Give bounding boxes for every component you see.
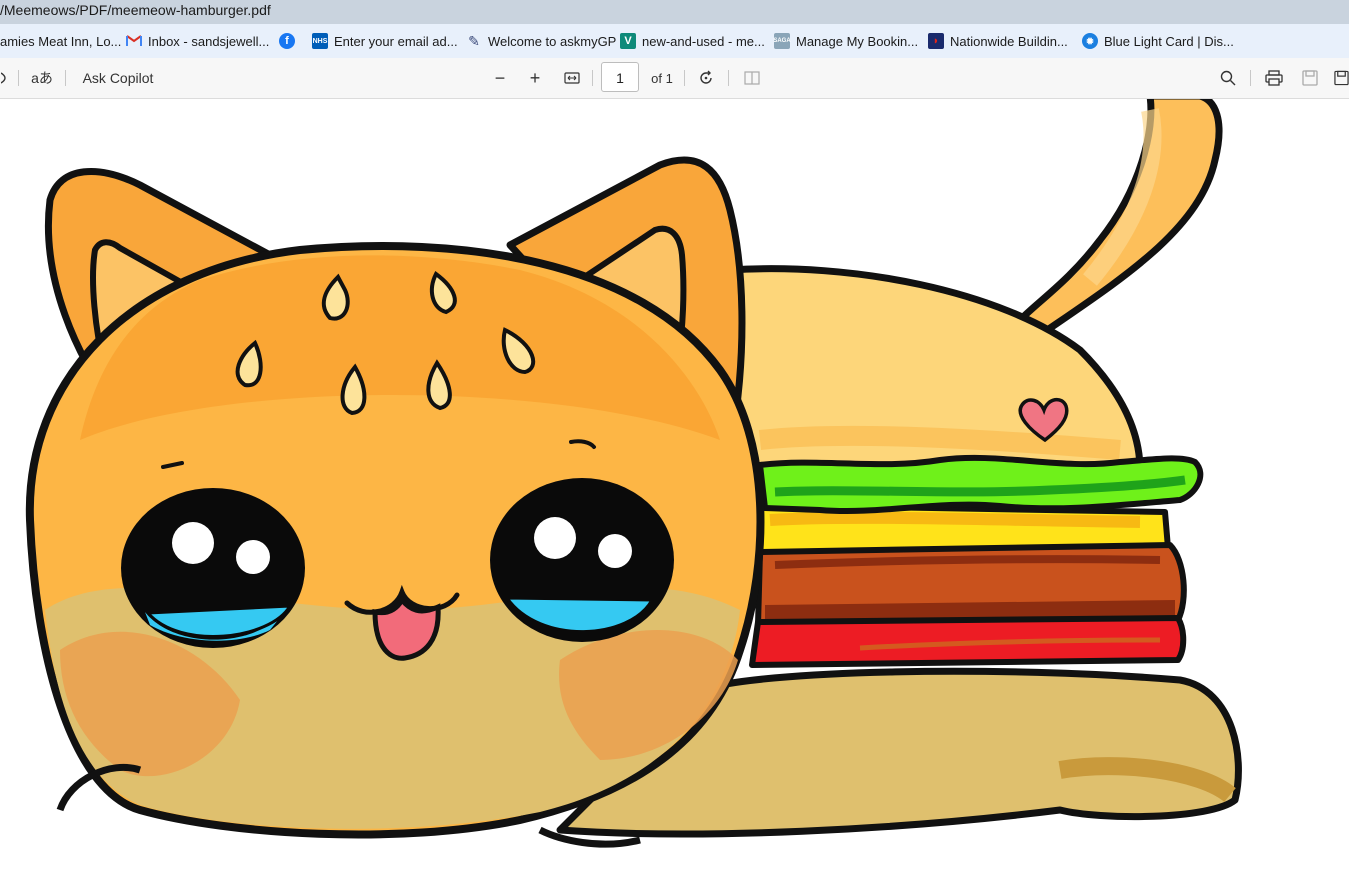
rotate-button[interactable]: [694, 58, 718, 98]
bookmarks-bar: amies Meat Inn, Lo... Inbox - sandsjewel…: [0, 24, 1349, 59]
plus-icon: +: [529, 67, 541, 88]
print-button[interactable]: [1262, 58, 1286, 98]
hamburger-cat-illustration: [25, 99, 1242, 848]
bookmark-label: Blue Light Card | Dis...: [1104, 33, 1234, 49]
toolbar-divider: [728, 70, 729, 86]
save-as-icon: [1334, 70, 1349, 86]
toolbar-divider: [592, 70, 593, 86]
bookmark-saga[interactable]: SAGA Manage My Bookin...: [773, 24, 919, 58]
toolbar-divider: [684, 70, 685, 86]
bookmark-label: new-and-used - me...: [642, 33, 765, 49]
minus-icon: −: [494, 67, 506, 88]
nhs-icon: NHS: [312, 33, 328, 49]
address-text[interactable]: /Meemeows/PDF/meemeow-hamburger.pdf: [0, 0, 271, 20]
save-icon: [1302, 70, 1318, 86]
bookmark-gmail[interactable]: Inbox - sandsjewell...: [126, 24, 269, 58]
gmail-icon: [126, 33, 142, 49]
copilot-label: Ask Copilot: [82, 70, 154, 86]
page-number-input[interactable]: 1: [601, 62, 639, 92]
bookmark-label: Manage My Bookin...: [796, 33, 919, 49]
bookmark-nhs[interactable]: NHS Enter your email ad...: [312, 24, 458, 58]
facebook-icon: f: [279, 33, 295, 49]
bookmark-label: Enter your email ad...: [334, 33, 458, 49]
toolbar-divider: [1250, 70, 1251, 86]
v-icon: V: [620, 33, 636, 49]
read-aloud-icon[interactable]: [0, 58, 12, 98]
page-view-icon: [744, 71, 760, 85]
pdf-toolbar: aあ Ask Copilot − + of 1: [0, 58, 1349, 99]
bluelight-icon: ✹: [1082, 33, 1098, 49]
zoom-in-button[interactable]: +: [523, 58, 547, 98]
save-as-button[interactable]: [1334, 58, 1349, 98]
search-button[interactable]: [1216, 58, 1240, 98]
ask-copilot-button[interactable]: Ask Copilot: [78, 58, 158, 98]
nationwide-icon: ◗: [928, 33, 944, 49]
saga-icon: SAGA: [773, 33, 791, 49]
translate-button[interactable]: aあ: [28, 58, 56, 98]
fit-width-button[interactable]: [560, 58, 584, 98]
page-view-button[interactable]: [740, 58, 764, 98]
search-icon: [1220, 70, 1236, 86]
bookmark-jamies-meat-inn[interactable]: amies Meat Inn, Lo...: [0, 24, 121, 58]
bookmark-blue-light-card[interactable]: ✹ Blue Light Card | Dis...: [1082, 24, 1234, 58]
zoom-out-button[interactable]: −: [488, 58, 512, 98]
rotate-icon: [700, 70, 712, 84]
pdf-page: [0, 99, 1349, 874]
page-total: of 1: [651, 70, 673, 86]
toolbar-divider: [18, 70, 19, 86]
bookmark-label: Nationwide Buildin...: [950, 33, 1068, 49]
printer-icon: [1265, 70, 1283, 86]
address-bar[interactable]: /Meemeows/PDF/meemeow-hamburger.pdf: [0, 0, 1349, 24]
askmygp-icon: ✎: [468, 32, 480, 49]
bookmark-new-and-used[interactable]: V new-and-used - me...: [620, 24, 765, 58]
bookmark-facebook[interactable]: f: [279, 24, 301, 58]
translate-label: aあ: [31, 70, 53, 86]
bookmark-nationwide[interactable]: ◗ Nationwide Buildin...: [928, 24, 1068, 58]
bookmark-label: Inbox - sandsjewell...: [148, 33, 270, 49]
save-button[interactable]: [1298, 58, 1322, 98]
bookmark-askmygp[interactable]: ✎ Welcome to askmyGP: [466, 24, 616, 58]
fit-width-icon: [564, 72, 580, 84]
bookmark-label: Welcome to askmyGP: [488, 33, 617, 49]
toolbar-divider: [65, 70, 66, 86]
bookmark-label: amies Meat Inn, Lo...: [0, 33, 122, 49]
